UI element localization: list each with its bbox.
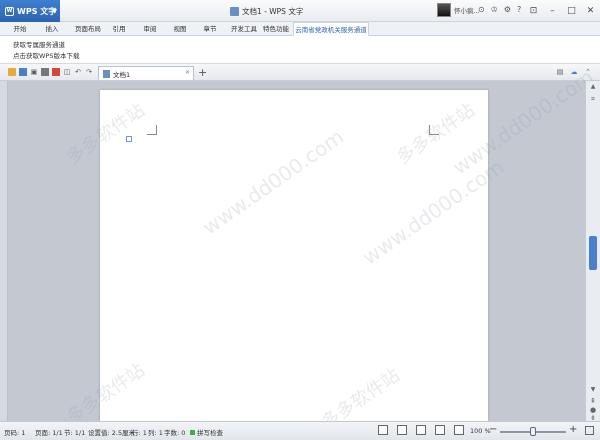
window-title: 文档1 - WPS 文字	[230, 0, 303, 22]
tab-section[interactable]: 章节	[200, 22, 220, 36]
tab-review[interactable]: 审阅	[140, 22, 160, 36]
full-screen-view-icon[interactable]	[378, 425, 388, 435]
app-menu-button[interactable]: W WPS 文字 ▼	[0, 0, 60, 22]
user-account[interactable]: 怀小疯...	[437, 3, 480, 17]
close-button[interactable]: ✕	[581, 0, 600, 22]
zoom-level[interactable]: 100 %	[470, 427, 491, 435]
quick-access-icons: ▣ ◫ ↶ ↷ ▾	[8, 68, 104, 76]
outline-view-icon[interactable]	[416, 425, 426, 435]
wps-logo-icon: W	[5, 6, 14, 16]
window-controls: ⊡ – □ ✕	[524, 0, 600, 22]
status-pages: 页面: 1/1	[35, 429, 63, 437]
status-setting[interactable]: 设置值: 2.5厘米	[88, 427, 135, 437]
zoom-in-button[interactable]: +	[569, 424, 577, 435]
preview-icon[interactable]: ◫	[63, 68, 71, 76]
status-page: 页码: 1	[4, 429, 26, 437]
new-tab-button[interactable]: +	[198, 66, 207, 79]
spell-check-label: 拼写检查	[197, 429, 223, 437]
print-icon[interactable]	[41, 68, 49, 76]
document-icon	[230, 6, 239, 16]
document-icon	[103, 69, 110, 78]
maximize-button[interactable]: □	[562, 0, 581, 22]
undo-icon[interactable]: ↶	[74, 68, 82, 76]
tab-view[interactable]: 视图	[171, 22, 189, 36]
scroll-up-icon[interactable]: ▲	[586, 83, 600, 93]
web-view-icon[interactable]	[435, 425, 445, 435]
export-pdf-icon[interactable]	[52, 68, 60, 76]
page-view-icon[interactable]	[397, 425, 407, 435]
fit-page-icon[interactable]	[585, 426, 594, 435]
shirt-icon[interactable]: ♔	[491, 5, 498, 14]
vertical-scrollbar[interactable]: ▲ ⌗ ▼ ⇞ ● ⇟	[585, 81, 600, 422]
spell-check-toggle[interactable]: 拼写检查	[190, 427, 223, 437]
crop-mark-top-left	[147, 125, 157, 135]
app-logo-label: WPS 文字	[17, 6, 57, 16]
window-title-text: 文档1 - WPS 文字	[242, 6, 304, 16]
download-wps-link[interactable]: 点击获取WPS版本下载	[13, 50, 79, 60]
status-bar: 页码: 1 页面: 1/1 节: 1/1 设置值: 2.5厘米 行: 1 列: …	[0, 421, 600, 440]
status-column: 列: 1	[148, 429, 163, 437]
status-row: 行: 1	[132, 429, 147, 437]
tab-page-layout[interactable]: 页面布局	[72, 22, 104, 36]
tab-features[interactable]: 特色功能	[262, 22, 290, 36]
title-tool-icons: ⊙ ♔ ⚙ ?	[478, 5, 521, 14]
select-browse-icon[interactable]: ●	[588, 406, 598, 414]
quick-access-bar: ▣ ◫ ↶ ↷ ▾ 文档1 ✕ + ▤ ☁ ⌃	[0, 64, 600, 81]
left-ruler	[0, 81, 8, 421]
restore-icon[interactable]: ⊡	[524, 0, 543, 22]
prev-page-icon[interactable]: ⇞	[588, 397, 598, 405]
layout-icon[interactable]: ▤	[556, 68, 564, 76]
help-icon[interactable]: ?	[517, 5, 521, 14]
tab-developer[interactable]: 开发工具	[228, 22, 260, 36]
tab-insert[interactable]: 插入	[40, 22, 64, 36]
close-tab-icon[interactable]: ✕	[185, 69, 190, 76]
zoom-out-button[interactable]: −	[489, 424, 497, 435]
save-as-icon[interactable]: ▣	[30, 68, 38, 76]
get-service-channel-link[interactable]: 获取专属服务通道	[13, 39, 65, 49]
ruler-toggle-icon[interactable]: ⌗	[588, 95, 598, 103]
scroll-thumb[interactable]	[589, 236, 597, 270]
save-icon[interactable]	[19, 68, 27, 76]
user-name: 怀小疯...	[454, 7, 480, 15]
chevron-down-icon: ▼	[52, 8, 57, 15]
scroll-down-icon[interactable]: ▼	[586, 386, 600, 396]
minimize-button[interactable]: –	[543, 0, 562, 22]
spell-check-icon	[190, 430, 195, 435]
redo-icon[interactable]: ↷	[85, 68, 93, 76]
zoom-slider-handle[interactable]	[530, 427, 536, 436]
menu-tabs: 开始 插入 页面布局 引用 审阅 视图 章节 开发工具 特色功能 云南省党政机关…	[0, 22, 600, 36]
paragraph-marker-icon[interactable]	[126, 136, 132, 142]
tab-yunnan-service[interactable]: 云南省党政机关服务通道	[293, 22, 369, 36]
gear-icon[interactable]: ⚙	[504, 5, 511, 14]
tab-start[interactable]: 开始	[8, 22, 32, 36]
document-tab-label: 文档1	[113, 70, 131, 79]
open-folder-icon[interactable]	[8, 68, 16, 76]
tab-references[interactable]: 引用	[110, 22, 128, 36]
status-section: 节: 1/1	[64, 429, 86, 437]
title-bar: W WPS 文字 ▼ 文档1 - WPS 文字 怀小疯... ⊙ ♔ ⚙ ? ⊡…	[0, 0, 600, 22]
avatar[interactable]	[437, 3, 451, 17]
view-mode-icons	[378, 425, 464, 435]
ribbon-panel: 获取专属服务通道 点击获取WPS版本下载	[0, 36, 600, 64]
reading-view-icon[interactable]	[454, 425, 464, 435]
clock-icon[interactable]: ⊙	[478, 5, 485, 14]
document-tab[interactable]: 文档1 ✕	[98, 66, 194, 80]
status-words[interactable]: 字数: 0	[164, 427, 185, 437]
